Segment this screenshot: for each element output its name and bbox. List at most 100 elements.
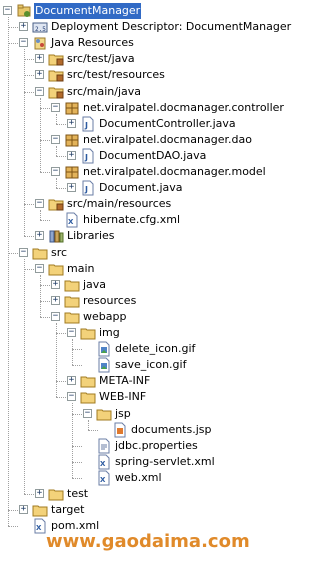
tree-item-label[interactable]: src/main/resources bbox=[66, 196, 172, 212]
collapse-toggle-icon[interactable]: − bbox=[51, 312, 60, 321]
tree-item-label[interactable]: Libraries bbox=[66, 228, 116, 244]
tree-row-meta-inf[interactable]: + META-INF bbox=[0, 373, 273, 389]
tree-item-label[interactable]: documents.jsp bbox=[130, 422, 213, 438]
tree-item-label[interactable]: img bbox=[98, 325, 121, 341]
project-icon bbox=[16, 3, 32, 19]
collapse-toggle-icon[interactable]: − bbox=[51, 103, 60, 112]
tree-row-jdbc-properties[interactable]: jdbc.properties bbox=[0, 438, 273, 454]
tree-item-label[interactable]: webapp bbox=[82, 309, 127, 325]
svg-text:X: X bbox=[68, 218, 74, 226]
libraries-icon bbox=[48, 228, 64, 244]
tree-row-java-resources[interactable]: − Java Resources bbox=[0, 35, 273, 51]
folder-icon bbox=[32, 502, 48, 518]
expand-toggle-icon[interactable]: + bbox=[35, 489, 44, 498]
expand-toggle-icon[interactable]: + bbox=[35, 231, 44, 240]
tree-row-delete-icon-gif[interactable]: delete_icon.gif bbox=[0, 341, 273, 357]
expand-toggle-icon[interactable]: + bbox=[51, 296, 60, 305]
tree-row-jsp[interactable]: − jsp bbox=[0, 406, 273, 422]
tree-row-net-viralpatel-docmanager-dao[interactable]: − net.viralpatel.docmanager.dao bbox=[0, 132, 273, 148]
tree-item-label[interactable]: jsp bbox=[114, 406, 132, 422]
collapse-toggle-icon[interactable]: − bbox=[67, 392, 76, 401]
tree-item-label[interactable]: spring-servlet.xml bbox=[114, 454, 216, 470]
tree-row-main[interactable]: − main bbox=[0, 261, 273, 277]
expand-toggle-icon[interactable]: + bbox=[67, 183, 76, 192]
tree-item-label[interactable]: resources bbox=[82, 293, 137, 309]
tree-row-net-viralpatel-docmanager-controller[interactable]: − net.viralpatel.docmanager.controller bbox=[0, 100, 284, 116]
java-file-icon: J bbox=[80, 116, 96, 132]
image-file-icon bbox=[96, 357, 112, 373]
collapse-toggle-icon[interactable]: − bbox=[35, 199, 44, 208]
expand-toggle-icon[interactable]: + bbox=[19, 505, 28, 514]
tree-item-label[interactable]: DocumentDAO.java bbox=[98, 148, 207, 164]
tree-item-label[interactable]: delete_icon.gif bbox=[114, 341, 196, 357]
tree-row-documentcontroller-java[interactable]: + J DocumentController.java bbox=[0, 116, 273, 132]
tree-row-documentmanager[interactable]: − DocumentManager bbox=[0, 3, 273, 19]
expand-toggle-icon[interactable]: + bbox=[19, 22, 28, 31]
tree-item-label[interactable]: src/test/java bbox=[66, 51, 136, 67]
tree-item-label[interactable]: net.viralpatel.docmanager.dao bbox=[82, 132, 253, 148]
collapse-toggle-icon[interactable]: − bbox=[51, 135, 60, 144]
tree-row-spring-servlet-xml[interactable]: Xspring-servlet.xml bbox=[0, 454, 273, 470]
tree-row-src-main-java[interactable]: − src/main/java bbox=[0, 84, 273, 100]
svg-text:X: X bbox=[100, 460, 106, 468]
tree-row-java[interactable]: + java bbox=[0, 277, 273, 293]
tree-row-document-java[interactable]: + J Document.java bbox=[0, 180, 273, 196]
tree-row-src-test-java[interactable]: + src/test/java bbox=[0, 51, 273, 67]
tree-row-src[interactable]: − src bbox=[0, 245, 273, 261]
tree-item-label[interactable]: test bbox=[66, 486, 89, 502]
tree-row-deployment-descriptor-documentmanager[interactable]: +2.5 Deployment Descriptor: DocumentManag… bbox=[0, 19, 291, 35]
tree-row-save-icon-gif[interactable]: save_icon.gif bbox=[0, 357, 273, 373]
tree-item-label[interactable]: src bbox=[50, 245, 68, 261]
expand-toggle-icon[interactable]: + bbox=[35, 70, 44, 79]
collapse-toggle-icon[interactable]: − bbox=[3, 6, 12, 15]
tree-item-label[interactable]: src/test/resources bbox=[66, 67, 166, 83]
tree-item-label[interactable]: src/main/java bbox=[66, 84, 142, 100]
source-folder-icon bbox=[48, 67, 64, 83]
tree-row-documentdao-java[interactable]: + J DocumentDAO.java bbox=[0, 148, 273, 164]
tree-item-label[interactable]: META-INF bbox=[98, 373, 151, 389]
collapse-toggle-icon[interactable]: − bbox=[35, 87, 44, 96]
collapse-toggle-icon[interactable]: − bbox=[19, 248, 28, 257]
collapse-toggle-icon[interactable]: − bbox=[35, 264, 44, 273]
tree-row-documents-jsp[interactable]: documents.jsp bbox=[0, 422, 273, 438]
tree-row-web-xml[interactable]: Xweb.xml bbox=[0, 470, 273, 486]
tree-row-web-inf[interactable]: − WEB-INF bbox=[0, 389, 273, 405]
expand-toggle-icon[interactable]: + bbox=[67, 119, 76, 128]
expand-toggle-icon[interactable]: + bbox=[35, 54, 44, 63]
tree-item-label[interactable]: net.viralpatel.docmanager.controller bbox=[82, 100, 285, 116]
collapse-toggle-icon[interactable]: − bbox=[67, 328, 76, 337]
tree-row-src-test-resources[interactable]: + src/test/resources bbox=[0, 67, 273, 83]
folder-icon bbox=[80, 325, 96, 341]
tree-item-label[interactable]: hibernate.cfg.xml bbox=[82, 212, 181, 228]
tree-row-net-viralpatel-docmanager-model[interactable]: − net.viralpatel.docmanager.model bbox=[0, 164, 273, 180]
tree-item-label[interactable]: Java Resources bbox=[50, 35, 135, 51]
tree-item-label[interactable]: jdbc.properties bbox=[114, 438, 199, 454]
tree-item-label[interactable]: Document.java bbox=[98, 180, 184, 196]
tree-item-label[interactable]: WEB-INF bbox=[98, 389, 147, 405]
tree-item-label[interactable]: main bbox=[66, 261, 95, 277]
tree-row-libraries[interactable]: + Libraries bbox=[0, 228, 273, 244]
package-icon bbox=[64, 100, 80, 116]
expand-toggle-icon[interactable]: + bbox=[67, 376, 76, 385]
tree-item-label[interactable]: net.viralpatel.docmanager.model bbox=[82, 164, 267, 180]
tree-row-webapp[interactable]: − webapp bbox=[0, 309, 273, 325]
tree-item-label[interactable]: web.xml bbox=[114, 470, 163, 486]
java-resources-icon bbox=[32, 35, 48, 51]
tree-row-test[interactable]: + test bbox=[0, 486, 273, 502]
collapse-toggle-icon[interactable]: − bbox=[51, 167, 60, 176]
tree-row-src-main-resources[interactable]: − src/main/resources bbox=[0, 196, 273, 212]
tree-row-resources[interactable]: + resources bbox=[0, 293, 273, 309]
tree-row-target[interactable]: + target bbox=[0, 502, 273, 518]
expand-toggle-icon[interactable]: + bbox=[67, 151, 76, 160]
tree-item-label[interactable]: target bbox=[50, 502, 85, 518]
tree-item-label[interactable]: Deployment Descriptor: DocumentManager bbox=[50, 19, 292, 35]
tree-item-label[interactable]: DocumentController.java bbox=[98, 116, 237, 132]
tree-item-label[interactable]: save_icon.gif bbox=[114, 357, 187, 373]
collapse-toggle-icon[interactable]: − bbox=[83, 409, 92, 418]
tree-item-label[interactable]: java bbox=[82, 277, 107, 293]
tree-row-hibernate-cfg-xml[interactable]: Xhibernate.cfg.xml bbox=[0, 212, 273, 228]
tree-row-img[interactable]: − img bbox=[0, 325, 273, 341]
collapse-toggle-icon[interactable]: − bbox=[19, 38, 28, 47]
expand-toggle-icon[interactable]: + bbox=[51, 280, 60, 289]
tree-item-label[interactable]: DocumentManager bbox=[34, 3, 142, 19]
